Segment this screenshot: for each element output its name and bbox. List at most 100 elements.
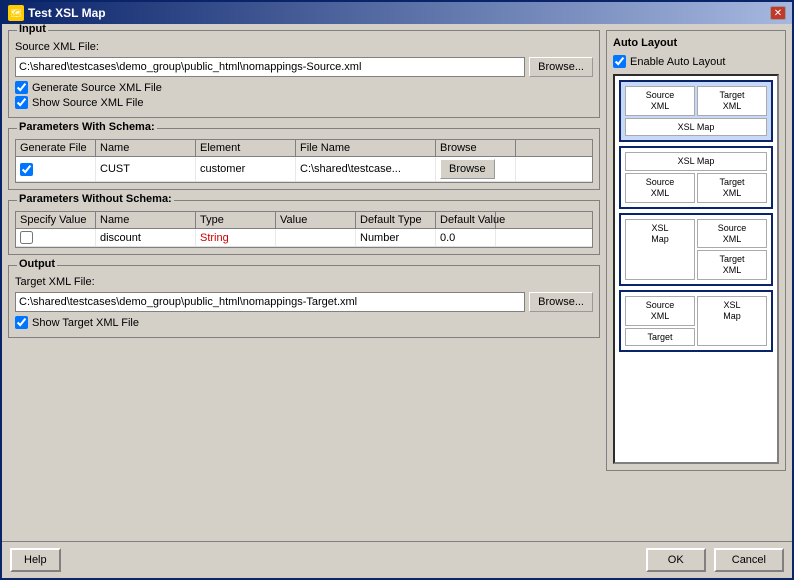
show-target-checkbox[interactable] bbox=[15, 316, 28, 329]
header-filename: File Name bbox=[296, 140, 436, 156]
output-group-title: Output bbox=[17, 258, 57, 270]
right-panel: Auto Layout Enable Auto Layout SourceXML… bbox=[606, 30, 786, 535]
window-title: Test XSL Map bbox=[28, 6, 106, 20]
show-source-checkbox[interactable] bbox=[15, 96, 28, 109]
layout-cell-target-xml-2: TargetXML bbox=[697, 173, 767, 203]
show-source-row: Show Source XML File bbox=[15, 96, 593, 109]
input-group-title: Input bbox=[17, 24, 48, 35]
bottom-right-buttons: OK Cancel bbox=[646, 548, 784, 572]
show-target-label: Show Target XML File bbox=[32, 317, 139, 329]
enable-auto-layout-checkbox[interactable] bbox=[613, 55, 626, 68]
window-body: Input Source XML File: Browse... Generat… bbox=[2, 24, 792, 541]
layout-option-3[interactable]: XSLMap SourceXML TargetXML bbox=[619, 213, 773, 286]
cell-type: String bbox=[196, 229, 276, 246]
params-schema-title: Parameters With Schema: bbox=[17, 121, 157, 133]
header-name2: Name bbox=[96, 212, 196, 228]
main-window: 🗺 Test XSL Map ✕ Input Source XML File: … bbox=[0, 0, 794, 580]
params-noschema-title: Parameters Without Schema: bbox=[17, 193, 174, 205]
layout-cell-source-xml-4: SourceXML bbox=[625, 296, 695, 326]
layout-option-4[interactable]: SourceXML XSLMap Target bbox=[619, 290, 773, 352]
help-button[interactable]: Help bbox=[10, 548, 61, 572]
cell-name: CUST bbox=[96, 157, 196, 181]
layout-cell-target-xml-1: TargetXML bbox=[697, 86, 767, 116]
layout-cell-xslmap-2: XSL Map bbox=[625, 152, 767, 171]
row-specify-checkbox[interactable] bbox=[20, 231, 33, 244]
layout-grid-1: SourceXML TargetXML XSL Map bbox=[625, 86, 767, 136]
header-name: Name bbox=[96, 140, 196, 156]
target-xml-input[interactable] bbox=[15, 292, 525, 312]
title-bar: 🗺 Test XSL Map ✕ bbox=[2, 2, 792, 24]
row-generate-checkbox[interactable] bbox=[20, 163, 33, 176]
layout-cell-xslmap-4: XSLMap bbox=[697, 296, 767, 346]
layout-cell-source-xml-1: SourceXML bbox=[625, 86, 695, 116]
params-schema-table: Generate File Name Element File Name Bro… bbox=[15, 139, 593, 183]
enable-auto-layout-label: Enable Auto Layout bbox=[630, 56, 725, 68]
header-defvalue: Default Value bbox=[436, 212, 496, 228]
target-xml-input-row: Browse... bbox=[15, 292, 593, 312]
auto-layout-checkbox-row: Enable Auto Layout bbox=[613, 55, 779, 68]
header-element: Element bbox=[196, 140, 296, 156]
cell-browse: Browse bbox=[436, 157, 516, 181]
layout-cell-source-xml-3: SourceXML bbox=[697, 219, 767, 249]
layout-grid-2: XSL Map SourceXML TargetXML bbox=[625, 152, 767, 202]
params-noschema-header: Specify Value Name Type Value Default Ty… bbox=[16, 212, 592, 229]
layout-option-2[interactable]: XSL Map SourceXML TargetXML bbox=[619, 146, 773, 208]
input-group: Input Source XML File: Browse... Generat… bbox=[8, 30, 600, 118]
auto-layout-section: Auto Layout Enable Auto Layout SourceXML… bbox=[606, 30, 786, 471]
type-value: String bbox=[200, 232, 229, 244]
cell-deftype: Number bbox=[356, 229, 436, 246]
source-xml-input[interactable] bbox=[15, 57, 525, 77]
input-group-content: Source XML File: Browse... Generate Sour… bbox=[15, 41, 593, 109]
output-group: Output Target XML File: Browse... Show T… bbox=[8, 265, 600, 338]
auto-layout-title: Auto Layout bbox=[613, 37, 779, 49]
table-row: CUST customer C:\shared\testcase... Brow… bbox=[16, 157, 592, 182]
layout-cell-xslmap-3: XSLMap bbox=[625, 219, 695, 280]
generate-source-label: Generate Source XML File bbox=[32, 82, 162, 94]
header-browse: Browse bbox=[436, 140, 516, 156]
cell-name2: discount bbox=[96, 229, 196, 246]
header-generate-file: Generate File bbox=[16, 140, 96, 156]
cell-specify bbox=[16, 229, 96, 246]
header-deftype: Default Type bbox=[356, 212, 436, 228]
cell-filename: C:\shared\testcase... bbox=[296, 157, 436, 181]
table-row: discount String Number 0.0 bbox=[16, 229, 592, 247]
layout-grid-3: XSLMap SourceXML TargetXML bbox=[625, 219, 767, 280]
bottom-bar: Help OK Cancel bbox=[2, 541, 792, 578]
header-value: Value bbox=[276, 212, 356, 228]
cell-value bbox=[276, 229, 356, 246]
cell-element: customer bbox=[196, 157, 296, 181]
show-target-row: Show Target XML File bbox=[15, 316, 593, 329]
source-browse-button[interactable]: Browse... bbox=[529, 57, 593, 77]
target-browse-button[interactable]: Browse... bbox=[529, 292, 593, 312]
generate-source-checkbox[interactable] bbox=[15, 81, 28, 94]
target-xml-row: Target XML File: bbox=[15, 276, 593, 288]
layout-cell-target-4: Target bbox=[625, 328, 695, 347]
source-xml-row: Source XML File: bbox=[15, 41, 593, 53]
title-bar-left: 🗺 Test XSL Map bbox=[8, 5, 106, 21]
left-panel: Input Source XML File: Browse... Generat… bbox=[8, 30, 600, 535]
layout-cell-target-xml-3: TargetXML bbox=[697, 250, 767, 280]
ok-button[interactable]: OK bbox=[646, 548, 706, 572]
row-browse-button[interactable]: Browse bbox=[440, 159, 495, 179]
generate-source-row: Generate Source XML File bbox=[15, 81, 593, 94]
params-schema-group: Parameters With Schema: Generate File Na… bbox=[8, 128, 600, 190]
cancel-button[interactable]: Cancel bbox=[714, 548, 784, 572]
cell-defvalue: 0.0 bbox=[436, 229, 496, 246]
params-noschema-group: Parameters Without Schema: Specify Value… bbox=[8, 200, 600, 255]
close-button[interactable]: ✕ bbox=[770, 6, 786, 20]
layout-scroll-area[interactable]: SourceXML TargetXML XSL Map XSL Map Sour… bbox=[613, 74, 779, 464]
layout-cell-source-xml-2: SourceXML bbox=[625, 173, 695, 203]
layout-option-1[interactable]: SourceXML TargetXML XSL Map bbox=[619, 80, 773, 142]
params-schema-header: Generate File Name Element File Name Bro… bbox=[16, 140, 592, 157]
source-xml-label: Source XML File: bbox=[15, 41, 99, 53]
params-schema-content: Generate File Name Element File Name Bro… bbox=[15, 139, 593, 183]
header-specify: Specify Value bbox=[16, 212, 96, 228]
layout-grid-4: SourceXML XSLMap Target bbox=[625, 296, 767, 346]
layout-cell-xslmap-1: XSL Map bbox=[625, 118, 767, 137]
cell-generate bbox=[16, 157, 96, 181]
show-source-label: Show Source XML File bbox=[32, 97, 143, 109]
params-noschema-table: Specify Value Name Type Value Default Ty… bbox=[15, 211, 593, 248]
header-type: Type bbox=[196, 212, 276, 228]
source-xml-input-row: Browse... bbox=[15, 57, 593, 77]
params-noschema-content: Specify Value Name Type Value Default Ty… bbox=[15, 211, 593, 248]
